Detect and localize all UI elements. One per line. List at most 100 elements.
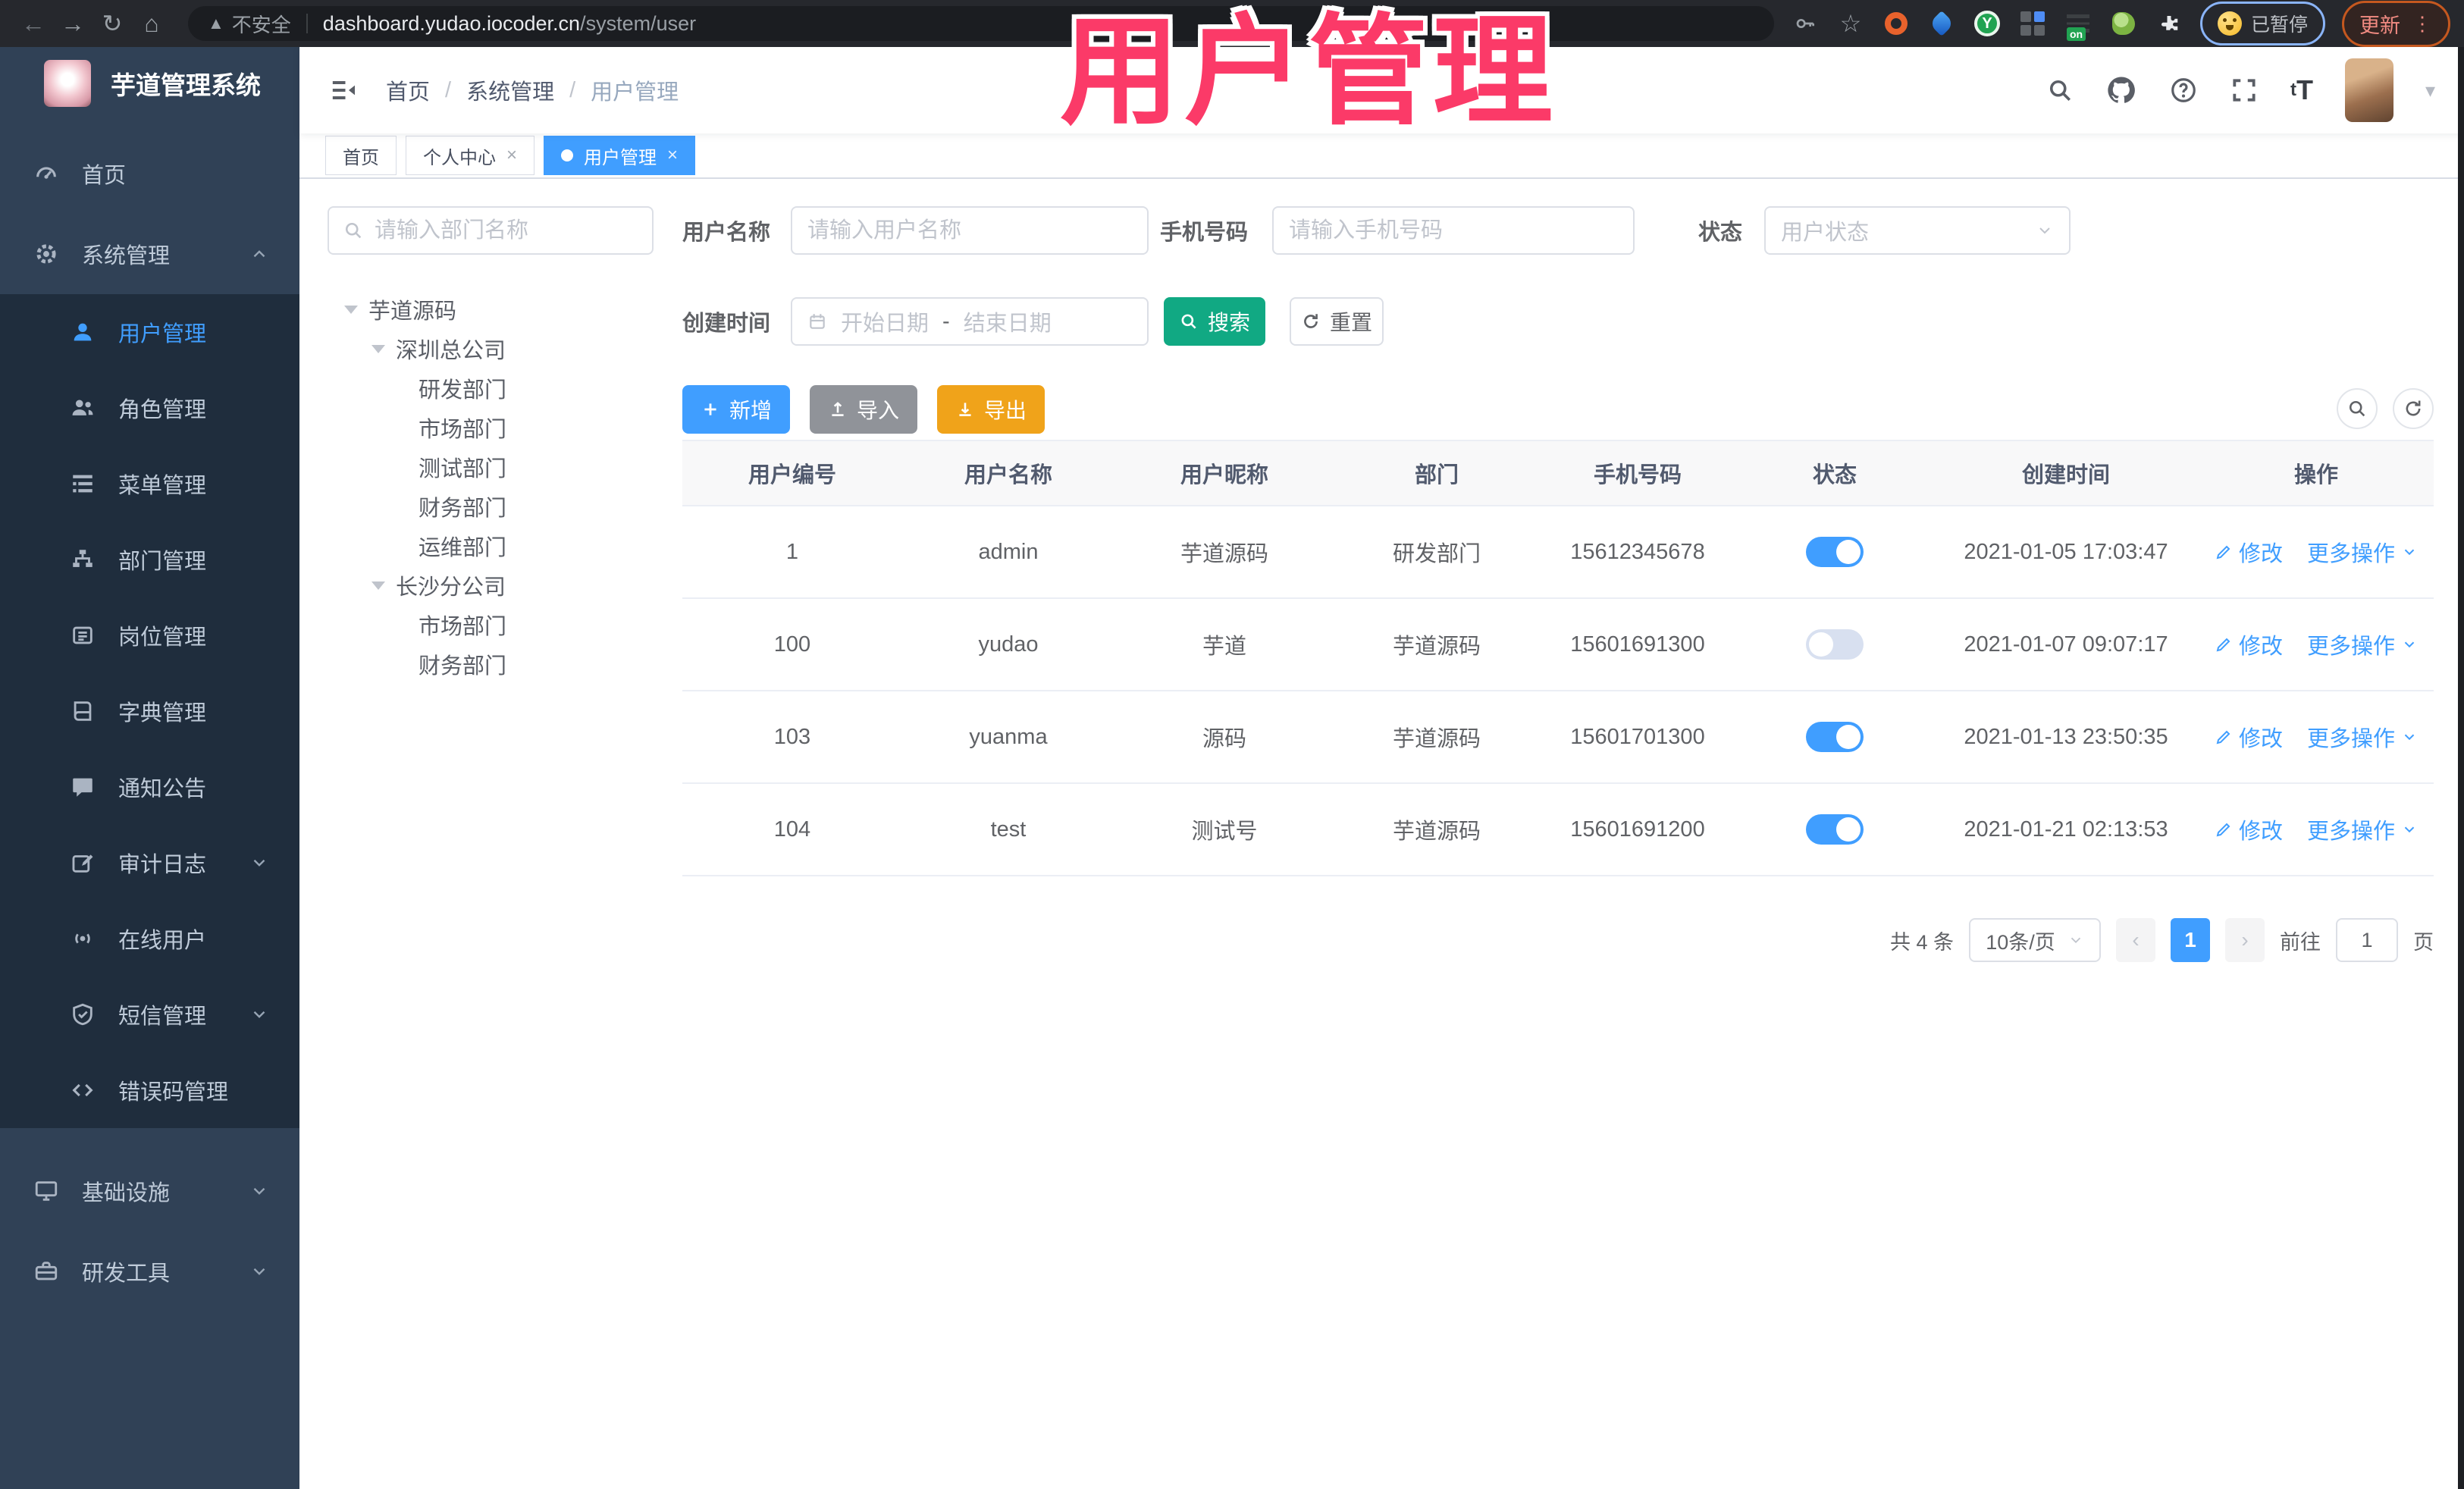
breadcrumb-current: 用户管理 <box>591 80 679 105</box>
sidebar-item-system[interactable]: 系统管理 <box>0 214 299 294</box>
tree-node[interactable]: 市场部门 <box>328 408 661 447</box>
page-unit-label: 页 <box>2413 930 2434 954</box>
sidebar-item-dict[interactable]: 字典管理 <box>0 673 299 749</box>
date-range-picker[interactable]: 开始日期 - 结束日期 <box>791 297 1149 346</box>
tree-node[interactable]: 深圳总公司 <box>328 329 661 368</box>
browser-forward-icon[interactable]: → <box>53 7 92 40</box>
fullscreen-icon[interactable] <box>2230 76 2259 105</box>
tree-node[interactable]: 财务部门 <box>328 644 661 684</box>
tab-home[interactable]: 首页 <box>325 136 397 175</box>
edit-button[interactable]: 修改 <box>2215 536 2283 568</box>
extension-animal-icon[interactable] <box>2109 9 2138 38</box>
page-number-button[interactable]: 1 <box>2171 918 2210 962</box>
close-icon[interactable]: × <box>667 145 678 166</box>
page-size-select[interactable]: 10条/页 <box>1969 918 2101 962</box>
browser-back-icon[interactable]: ← <box>14 7 53 40</box>
sidebar-item-depts[interactable]: 部门管理 <box>0 522 299 597</box>
sidebar-item-roles[interactable]: 角色管理 <box>0 370 299 446</box>
search-icon[interactable] <box>2046 77 2074 104</box>
tree-icon <box>70 547 96 572</box>
caret-down-icon[interactable] <box>344 305 358 314</box>
avatar[interactable] <box>2344 58 2393 122</box>
emoji-avatar <box>2217 11 2242 36</box>
sidebar-item-posts[interactable]: 岗位管理 <box>0 597 299 673</box>
extension-switch-on-icon[interactable]: on <box>2064 9 2093 41</box>
status-toggle[interactable] <box>1806 814 1864 845</box>
username-input[interactable] <box>807 218 1132 243</box>
table-search-toggle-button[interactable] <box>2337 388 2378 429</box>
browser-home-icon[interactable]: ⌂ <box>132 7 171 40</box>
help-icon[interactable] <box>2169 76 2198 105</box>
status-select[interactable]: 用户状态 <box>1764 206 2071 255</box>
browser-reload-icon[interactable]: ↻ <box>92 7 132 40</box>
caret-down-icon[interactable] <box>371 581 385 590</box>
status-toggle[interactable] <box>1806 537 1864 567</box>
extensions-puzzle-icon[interactable] <box>2155 9 2183 38</box>
tree-node[interactable]: 芋道源码 <box>328 290 661 329</box>
tree-node[interactable]: 市场部门 <box>328 605 661 644</box>
prev-page-button[interactable]: ‹ <box>2116 918 2155 962</box>
edit-button[interactable]: 修改 <box>2215 721 2283 753</box>
mobile-input[interactable] <box>1289 218 1618 243</box>
edit-button[interactable]: 修改 <box>2215 629 2283 660</box>
extension-y-icon[interactable]: Y <box>1973 9 2002 38</box>
tab-profile[interactable]: 个人中心 × <box>406 136 535 175</box>
breadcrumb-home[interactable]: 首页 <box>386 74 430 106</box>
close-icon[interactable]: × <box>506 145 517 166</box>
status-toggle[interactable] <box>1806 629 1864 660</box>
caret-down-icon[interactable]: ▾ <box>2425 79 2435 102</box>
add-button[interactable]: 新增 <box>682 385 790 434</box>
sidebar-item-infrastructure[interactable]: 基础设施 <box>0 1151 299 1231</box>
edit-button[interactable]: 修改 <box>2215 813 2283 845</box>
chevron-up-icon <box>249 244 269 264</box>
update-label: 更新 <box>2359 14 2400 37</box>
profile-paused-pill[interactable]: 已暂停 <box>2199 2 2325 45</box>
tab-user-management[interactable]: 用户管理 × <box>544 136 696 175</box>
address-bar[interactable]: ▲ 不安全 dashboard.yudao.iocoder.cn /system… <box>188 6 1774 41</box>
more-actions-button[interactable]: 更多操作 <box>2307 536 2418 568</box>
chrome-menu-icon[interactable]: ⋮ <box>2412 12 2433 36</box>
font-size-icon[interactable]: tT <box>2290 74 2313 106</box>
dept-search-input[interactable] <box>375 218 638 243</box>
export-button[interactable]: 导出 <box>937 385 1045 434</box>
tree-node[interactable]: 财务部门 <box>328 487 661 526</box>
breadcrumb-system[interactable]: 系统管理 <box>466 74 554 106</box>
sidebar-item-sms[interactable]: 短信管理 <box>0 976 299 1052</box>
sidebar-item-error-codes[interactable]: 错误码管理 <box>0 1052 299 1128</box>
sidebar-item-online-users[interactable]: 在线用户 <box>0 901 299 976</box>
users-table: 用户编号 用户名称 用户昵称 部门 手机号码 状态 创建时间 操作 1 admi… <box>682 440 2434 876</box>
logo-row[interactable]: 芋道管理系统 <box>0 47 299 120</box>
sidebar: 芋道管理系统 首页 系统管理 用户管理 角色管理 菜单管理 部门管理 岗位管理 … <box>0 47 299 1489</box>
more-actions-button[interactable]: 更多操作 <box>2307 721 2418 753</box>
tree-node[interactable]: 测试部门 <box>328 447 661 487</box>
browser-scrollbar[interactable] <box>2458 47 2464 1489</box>
extension-drop-icon[interactable] <box>1927 9 1956 38</box>
update-button[interactable]: 更新 ⋮ <box>2342 0 2450 47</box>
tree-node[interactable]: 长沙分公司 <box>328 566 661 605</box>
status-toggle[interactable] <box>1806 722 1864 752</box>
sidebar-item-notice[interactable]: 通知公告 <box>0 749 299 825</box>
key-icon[interactable] <box>1791 9 1820 38</box>
sidebar-item-home[interactable]: 首页 <box>0 133 299 214</box>
tree-node[interactable]: 运维部门 <box>328 526 661 566</box>
table-refresh-button[interactable] <box>2393 388 2434 429</box>
tree-node[interactable]: 研发部门 <box>328 368 661 408</box>
sidebar-item-dev-tools[interactable]: 研发工具 <box>0 1231 299 1312</box>
extension-ubuntu-icon[interactable] <box>1882 9 1911 38</box>
search-button[interactable]: 搜索 <box>1164 297 1265 346</box>
bookmark-star-icon[interactable]: ☆ <box>1836 9 1865 38</box>
import-button[interactable]: 导入 <box>810 385 917 434</box>
github-icon[interactable] <box>2105 74 2137 106</box>
sidebar-item-users[interactable]: 用户管理 <box>0 294 299 370</box>
caret-down-icon[interactable] <box>371 344 385 353</box>
hamburger-fold-icon[interactable] <box>328 75 359 105</box>
more-actions-button[interactable]: 更多操作 <box>2307 629 2418 660</box>
sidebar-item-menus[interactable]: 菜单管理 <box>0 446 299 522</box>
extension-grid-icon[interactable] <box>2018 9 2047 38</box>
sidebar-item-audit-log[interactable]: 审计日志 <box>0 825 299 901</box>
more-actions-button[interactable]: 更多操作 <box>2307 813 2418 845</box>
gear-icon <box>33 241 59 267</box>
reset-button[interactable]: 重置 <box>1290 297 1384 346</box>
goto-page-input[interactable] <box>2336 918 2398 962</box>
next-page-button[interactable]: › <box>2225 918 2265 962</box>
